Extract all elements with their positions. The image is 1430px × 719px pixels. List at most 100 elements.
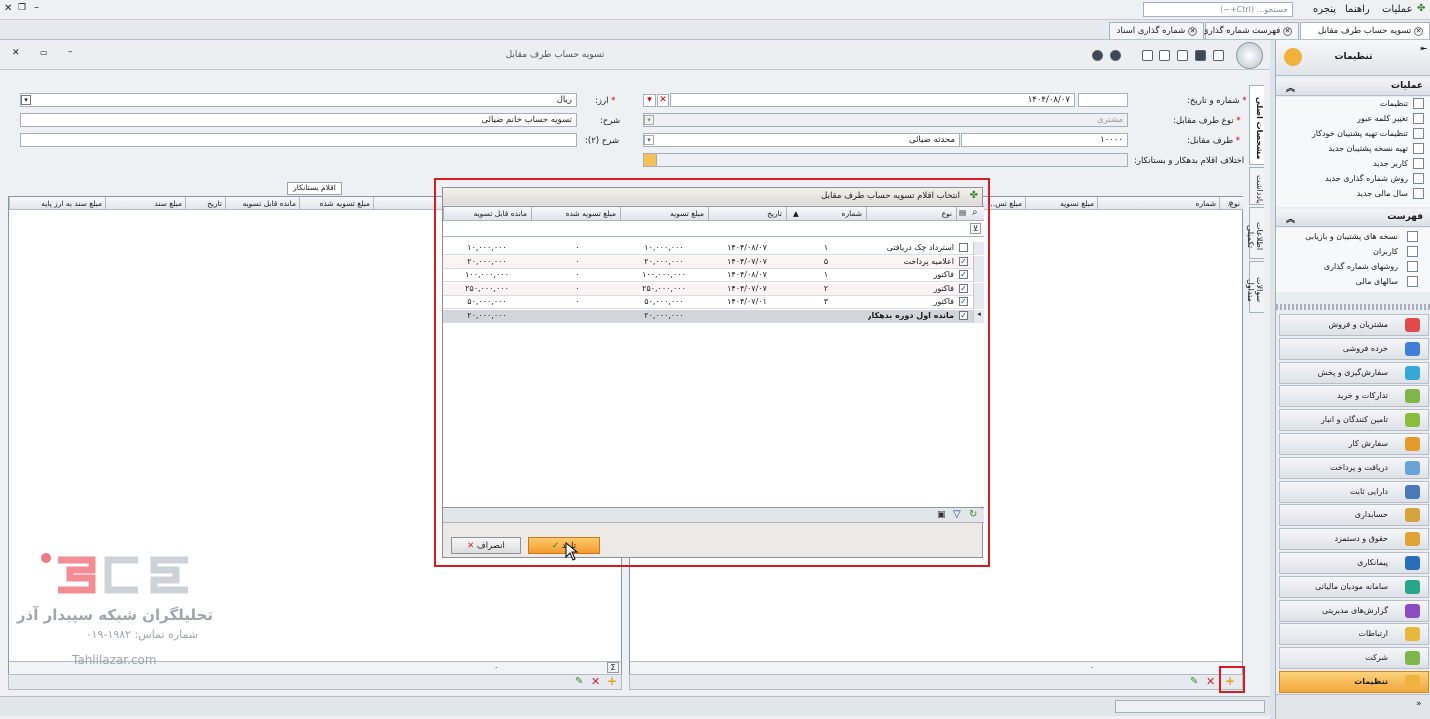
sigma-icon[interactable]: Σ bbox=[607, 662, 619, 673]
menu-operations[interactable]: عملیات bbox=[1382, 4, 1413, 15]
menu-window[interactable]: پنجره bbox=[1313, 4, 1336, 15]
calendar-picker-icon[interactable]: ▾ bbox=[643, 94, 656, 107]
module-11[interactable]: سامانه مودیان مالیاتی bbox=[1279, 575, 1429, 598]
module-2[interactable]: سفارش‌گیری و پخش bbox=[1279, 361, 1429, 384]
list-section-header[interactable]: فهرست ︽ bbox=[1276, 209, 1430, 227]
party-name-field[interactable]: محدثه ضیائی bbox=[643, 133, 960, 147]
column-header[interactable]: مبلغ سند bbox=[105, 197, 185, 210]
module-icon bbox=[1405, 532, 1420, 547]
column-header[interactable]: مانده قابل تسویه bbox=[225, 197, 299, 210]
search-icon[interactable]: ⌕ bbox=[1228, 198, 1234, 209]
restore-window-icon[interactable]: ▭ bbox=[40, 48, 48, 57]
close-tab-icon[interactable]: ✕ bbox=[1414, 27, 1423, 36]
tab-additional-info[interactable]: اطلاعات تکمیلی bbox=[1246, 207, 1264, 259]
clear-icon[interactable]: ✕ bbox=[657, 94, 669, 107]
save-icon[interactable] bbox=[1195, 50, 1206, 61]
operations-section-header[interactable]: عملیات ︽ bbox=[1276, 78, 1430, 96]
module-8[interactable]: حسابداری bbox=[1279, 504, 1429, 527]
dropdown-arrow-icon[interactable]: ▾ bbox=[644, 115, 654, 125]
operation-new-numbering[interactable]: روش شماره گذاری جدید bbox=[1325, 174, 1408, 183]
list-entry-icon bbox=[1407, 276, 1418, 287]
module-15[interactable]: تنظیمات bbox=[1279, 671, 1429, 693]
dropdown-arrow-icon[interactable]: ▾ bbox=[644, 135, 654, 145]
save-new-icon[interactable] bbox=[1177, 50, 1188, 61]
pin-icon[interactable]: ⇤ bbox=[1420, 44, 1427, 53]
search-input[interactable]: جستجو... (Ctrl+~) bbox=[1143, 2, 1293, 17]
list-fiscal-years[interactable]: سالهای مالی bbox=[1356, 277, 1398, 286]
operation-new-user[interactable]: کاربر جدید bbox=[1373, 159, 1408, 168]
minimize-window-icon[interactable]: – bbox=[68, 47, 73, 57]
description-field[interactable]: تسویه حساب خانم ضیائی bbox=[20, 113, 577, 127]
module-icon bbox=[1405, 341, 1420, 356]
description2-field[interactable] bbox=[20, 133, 577, 147]
info-icon[interactable] bbox=[1110, 50, 1121, 61]
operation-new-fiscal-year[interactable]: سال مالی جدید bbox=[1357, 189, 1408, 198]
currency-select[interactable]: ریال bbox=[20, 93, 577, 107]
column-header[interactable]: مبلغ تسویه شده bbox=[299, 197, 373, 210]
new-document-icon[interactable] bbox=[1213, 50, 1224, 61]
column-header[interactable]: مبلغ سند به ارز پایه bbox=[9, 197, 105, 210]
module-3[interactable]: تدارکات و خرید bbox=[1279, 385, 1429, 408]
column-header[interactable]: تاریخ bbox=[185, 197, 225, 210]
list-entry-icon bbox=[1407, 246, 1418, 257]
module-1[interactable]: خرده فروشی bbox=[1279, 337, 1429, 360]
settings-gear-icon bbox=[1284, 48, 1302, 66]
tab-notes[interactable]: یادداشت bbox=[1249, 167, 1264, 205]
date-field[interactable]: ۱۴۰۴/۰۸/۰۷ bbox=[670, 93, 1075, 107]
party-type-select[interactable]: مشتری bbox=[643, 113, 1128, 127]
edit-row-icon[interactable]: ✎ bbox=[575, 676, 583, 687]
module-13[interactable]: ارتباطات bbox=[1279, 623, 1429, 646]
module-5[interactable]: سفارش کار bbox=[1279, 433, 1429, 455]
list-users[interactable]: کاربران bbox=[1373, 247, 1398, 256]
delete-row-icon[interactable]: ✕ bbox=[1206, 675, 1215, 688]
description2-label: شرح (۲): bbox=[585, 136, 620, 146]
help-icon[interactable] bbox=[1092, 50, 1103, 61]
column-header[interactable]: شماره bbox=[1097, 197, 1219, 210]
restore-app-icon[interactable]: ❐ bbox=[18, 3, 26, 13]
list-backups[interactable]: نسخه های پشتیبان و بازیابی bbox=[1305, 232, 1398, 241]
tab-document-numbering[interactable]: ✕ شماره گذاری اسناد bbox=[1109, 22, 1204, 39]
module-7[interactable]: دارایی ثابت bbox=[1279, 480, 1429, 503]
tab-faq[interactable]: سوالات متداول bbox=[1246, 261, 1264, 313]
tab-counterparty-settlement[interactable]: ✕ تسویه حساب طرف مقابل bbox=[1300, 22, 1430, 39]
splitter-handle[interactable] bbox=[1276, 304, 1430, 310]
column-header[interactable]: مبلغ تسویه bbox=[1025, 197, 1097, 210]
party-code-field[interactable]: ۱۰۰۰۰ bbox=[961, 133, 1128, 147]
refresh-balance-icon[interactable] bbox=[643, 153, 657, 167]
tab-main-info[interactable]: مشخصات اصلی bbox=[1249, 85, 1264, 165]
save-close-icon[interactable] bbox=[1159, 50, 1170, 61]
user-key-icon bbox=[1413, 113, 1424, 124]
collapse-chevron-icon[interactable]: ︽ bbox=[1286, 212, 1295, 225]
module-label: دارایی ثابت bbox=[1349, 486, 1388, 496]
add-row-icon[interactable]: + bbox=[607, 674, 617, 688]
list-numbering-methods[interactable]: روشهای شماره گذاری bbox=[1324, 262, 1398, 271]
move-icon[interactable] bbox=[1142, 50, 1153, 61]
module-9[interactable]: حقوق و دستمزد bbox=[1279, 528, 1429, 551]
module-14[interactable]: شرکت bbox=[1279, 647, 1429, 670]
delete-row-icon[interactable]: ✕ bbox=[591, 675, 600, 688]
document-number-field[interactable] bbox=[1078, 93, 1128, 107]
module-0[interactable]: مشتریان و فروش bbox=[1279, 314, 1429, 336]
module-6[interactable]: دریافت و پرداخت bbox=[1279, 456, 1429, 479]
minimize-app-icon[interactable]: – bbox=[34, 2, 39, 13]
collapse-chevron-icon[interactable]: ︽ bbox=[1286, 81, 1295, 94]
edit-row-icon[interactable]: ✎ bbox=[1190, 676, 1198, 687]
module-12[interactable]: گزارش‌های مدیریتی bbox=[1279, 599, 1429, 622]
operation-settings[interactable]: تنظیمات bbox=[1380, 99, 1408, 108]
party-type-label-text: نوع طرف مقابل: bbox=[1173, 116, 1234, 126]
close-tab-icon[interactable]: ✕ bbox=[1283, 27, 1292, 36]
module-4[interactable]: تامین کنندگان و انبار bbox=[1279, 409, 1429, 432]
close-tab-icon[interactable]: ✕ bbox=[1188, 27, 1197, 36]
menu-help[interactable]: راهنما bbox=[1345, 4, 1370, 15]
operation-auto-backup-settings[interactable]: تنظیمات تهیه پشتیبان خودکار bbox=[1312, 129, 1408, 138]
close-app-icon[interactable]: ✕ bbox=[4, 3, 12, 14]
operation-new-backup[interactable]: تهیه نسخه پشتیبان جدید bbox=[1328, 144, 1408, 153]
calendar-icon bbox=[1413, 188, 1424, 199]
dropdown-arrow-icon[interactable]: ▾ bbox=[21, 95, 31, 105]
module-icon bbox=[1405, 651, 1420, 666]
module-10[interactable]: پیمانکاری bbox=[1279, 552, 1429, 574]
expand-chevron-icon[interactable]: » bbox=[1416, 699, 1422, 709]
operation-change-password[interactable]: تغییر کلمه عبور bbox=[1357, 114, 1408, 123]
tab-numbering-list[interactable]: ✕ فهرست شماره گذاری bbox=[1202, 22, 1299, 39]
close-window-icon[interactable]: ✕ bbox=[12, 48, 20, 58]
